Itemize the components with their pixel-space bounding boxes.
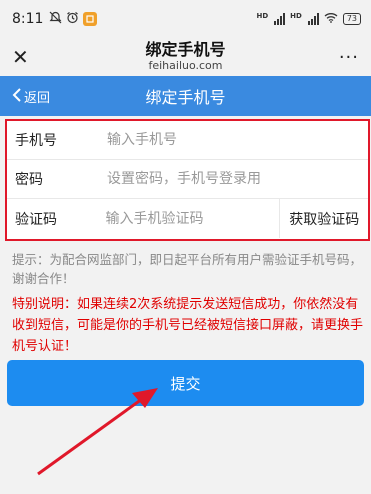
bind-phone-form: 手机号 密码 验证码 获取验证码 xyxy=(5,119,370,241)
code-row: 验证码 获取验证码 xyxy=(7,199,368,238)
phone-input[interactable] xyxy=(107,121,368,159)
code-label: 验证码 xyxy=(15,211,57,228)
back-label: 返回 xyxy=(24,90,51,106)
browser-url: feihailuo.com xyxy=(148,59,223,72)
app-badge-icon xyxy=(83,12,98,26)
status-icons-right: HD HD 73 xyxy=(256,12,361,26)
wifi-icon xyxy=(324,12,338,26)
password-label: 密码 xyxy=(15,172,43,188)
phone-label: 手机号 xyxy=(15,133,57,149)
password-input[interactable] xyxy=(107,160,368,198)
notice-text: 特别说明：如果连续2次系统提示发送短信成功，你依然没有收到短信，可能是你的手机号… xyxy=(12,297,364,354)
browser-bar: ✕ 绑定手机号 feihailuo.com ··· xyxy=(0,38,371,76)
chevron-left-icon xyxy=(12,87,22,106)
signal-icon xyxy=(274,13,286,25)
submit-button[interactable]: 提交 xyxy=(7,360,364,406)
more-icon[interactable]: ··· xyxy=(335,47,359,68)
alarm-off-icon xyxy=(49,11,62,27)
page-title: 绑定手机号 xyxy=(145,88,226,107)
password-row: 密码 xyxy=(7,160,368,199)
app-header: 返回 绑定手机号 xyxy=(0,76,371,116)
phone-row: 手机号 xyxy=(7,121,368,160)
status-time: 8:11 xyxy=(12,11,44,27)
signal-icon-2 xyxy=(307,13,319,25)
browser-title: 绑定手机号 xyxy=(145,40,226,59)
code-input[interactable] xyxy=(105,199,280,238)
status-bar: 8:11 HD HD 73 xyxy=(0,0,371,38)
get-code-button[interactable]: 获取验证码 xyxy=(279,199,368,238)
back-button[interactable]: 返回 xyxy=(0,87,50,106)
tip-text: 提示：为配合网监部门，即日起平台所有用户需验证手机号码，谢谢合作！ xyxy=(12,252,363,286)
battery-icon: 73 xyxy=(342,13,361,25)
browser-title-block: 绑定手机号 feihailuo.com xyxy=(36,41,335,73)
signal-tag: HD xyxy=(256,12,269,20)
signal-tag-2: HD xyxy=(290,12,302,20)
close-icon[interactable]: ✕ xyxy=(12,45,36,69)
status-icons-left xyxy=(49,11,98,27)
alarm-icon xyxy=(66,11,79,27)
